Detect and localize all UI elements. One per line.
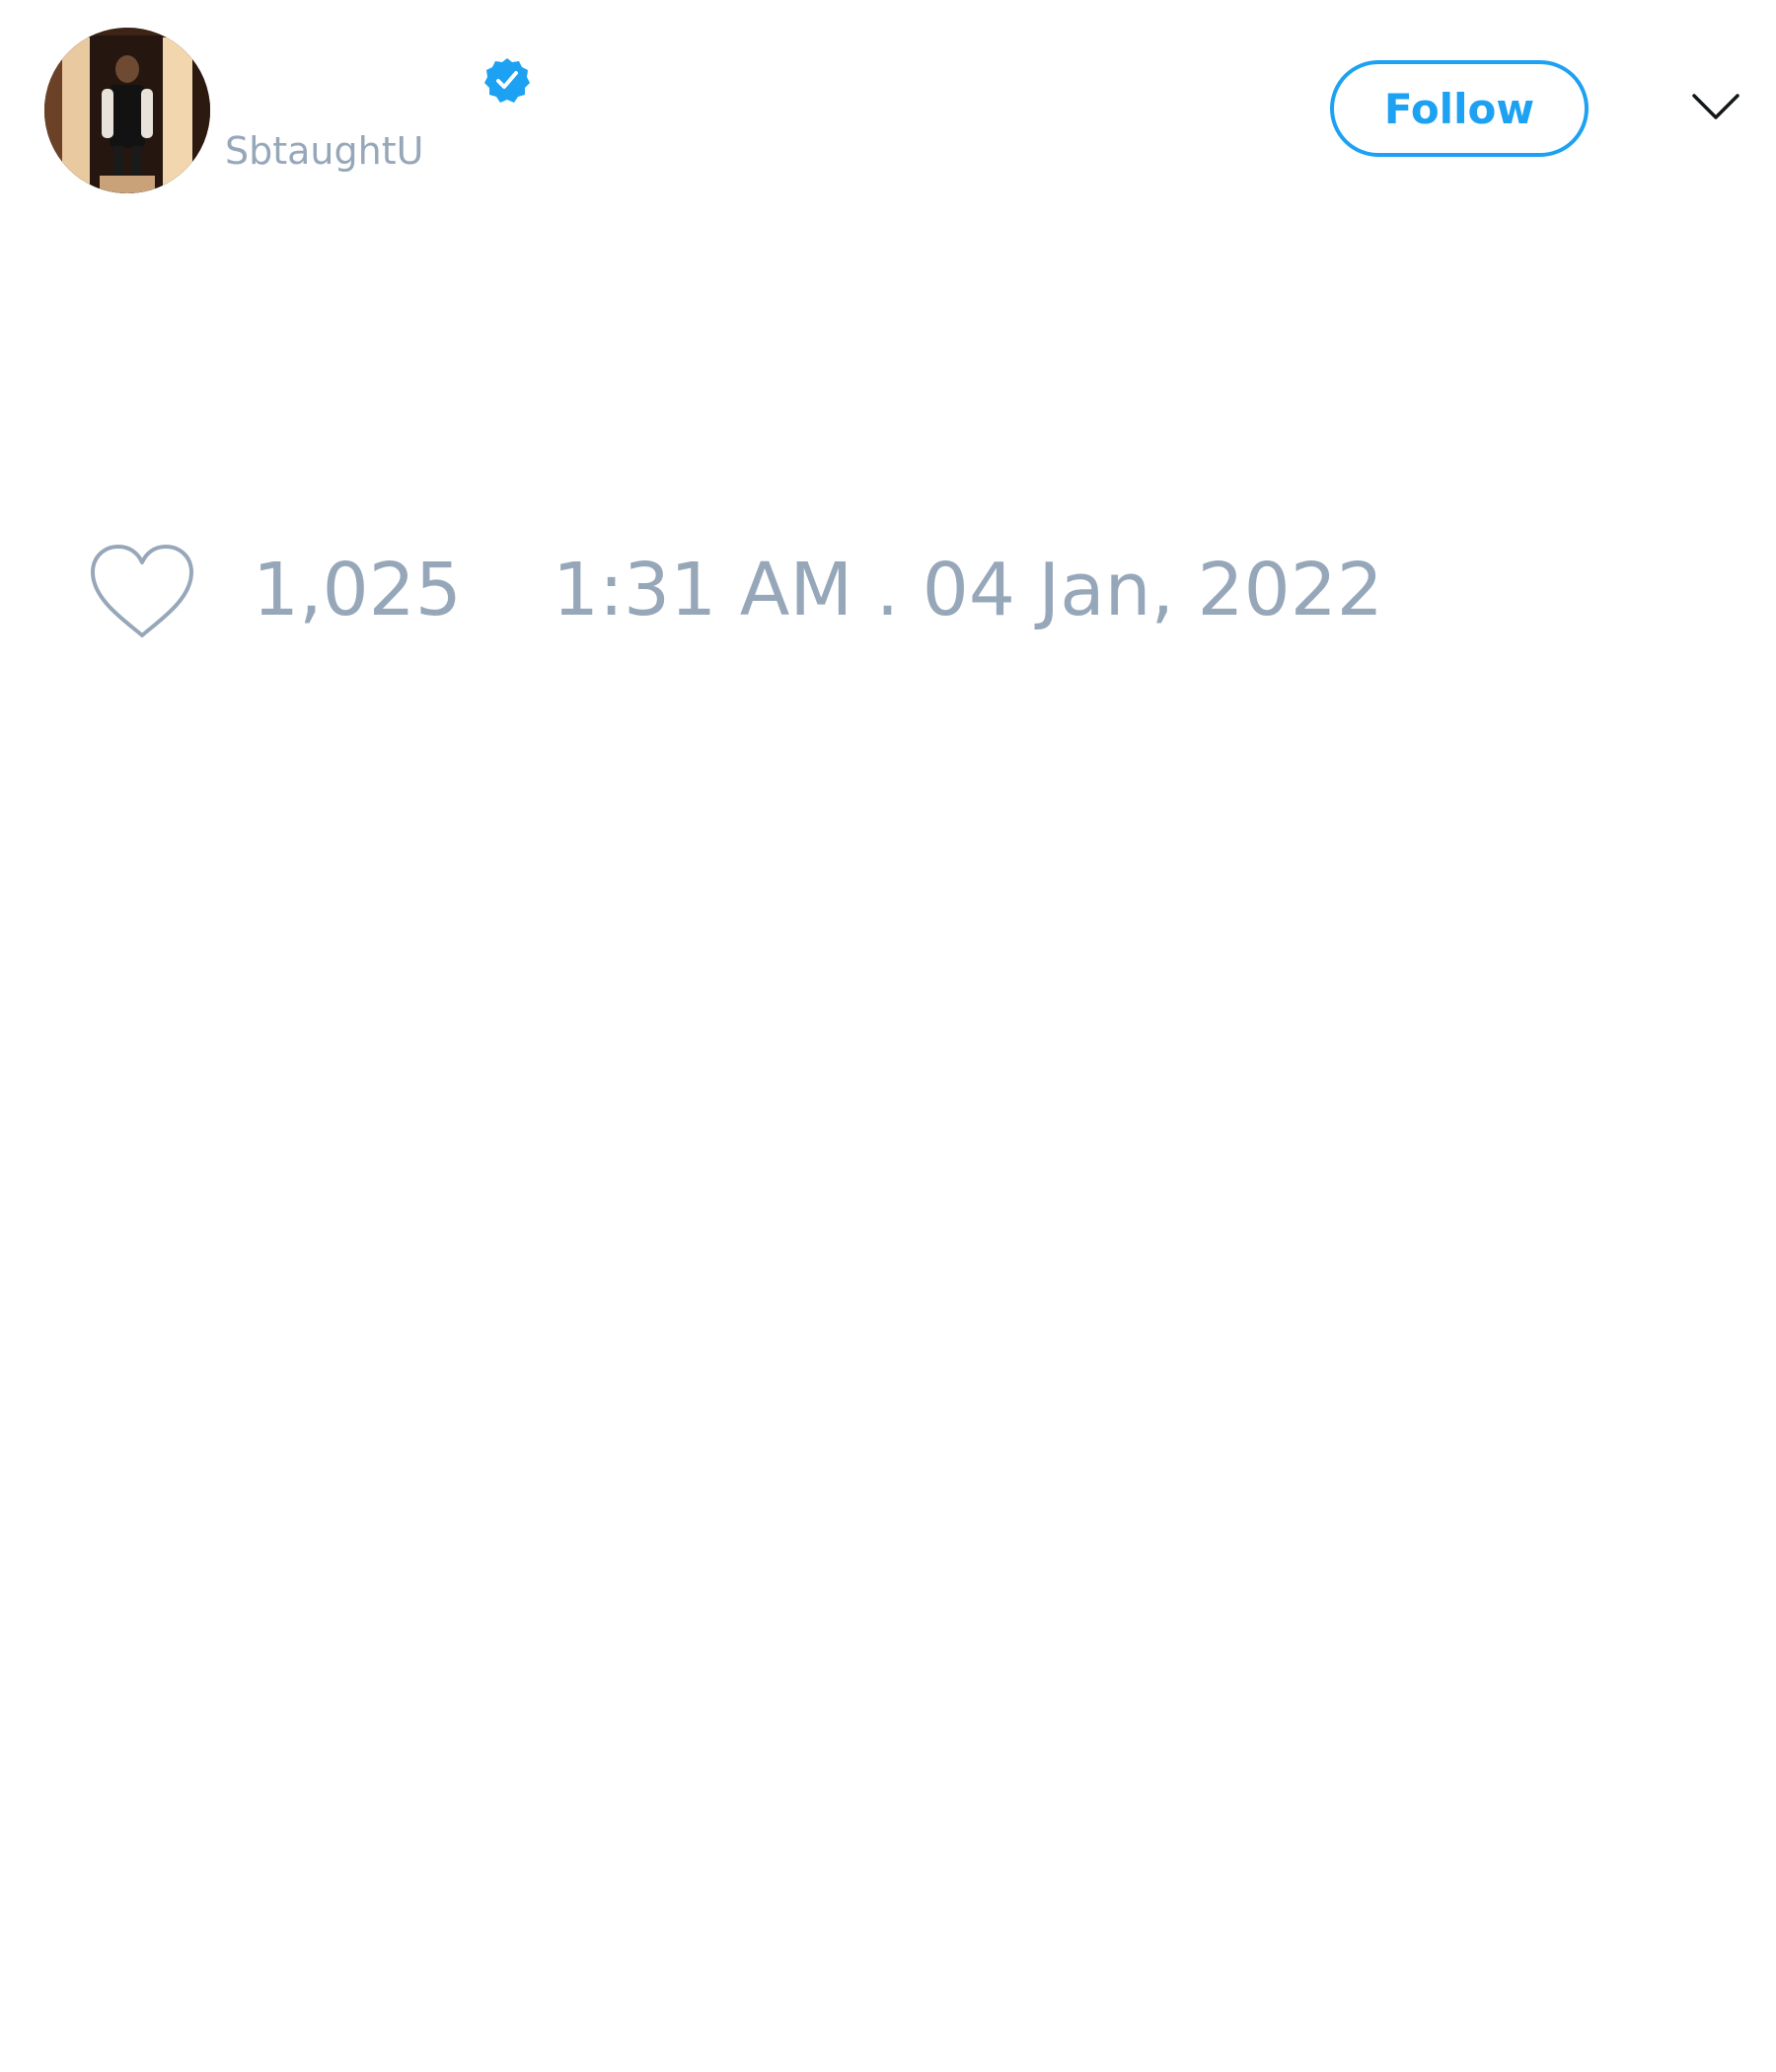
like-count: 1,025 bbox=[253, 548, 462, 632]
follow-button[interactable]: Follow bbox=[1330, 60, 1589, 157]
avatar[interactable] bbox=[44, 28, 210, 193]
chevron-down-icon[interactable] bbox=[1691, 91, 1740, 122]
verified-badge-icon bbox=[484, 58, 530, 103]
author-handle[interactable]: SbtaughtU bbox=[225, 128, 423, 174]
tweet-timestamp[interactable]: 1:31 AM . 04 Jan, 2022 bbox=[553, 548, 1383, 632]
tweet-card: SbtaughtU Follow 1,025 1:31 AM . 04 Jan,… bbox=[0, 0, 1776, 2072]
heart-icon[interactable] bbox=[87, 543, 197, 641]
avatar-photo bbox=[44, 28, 210, 193]
